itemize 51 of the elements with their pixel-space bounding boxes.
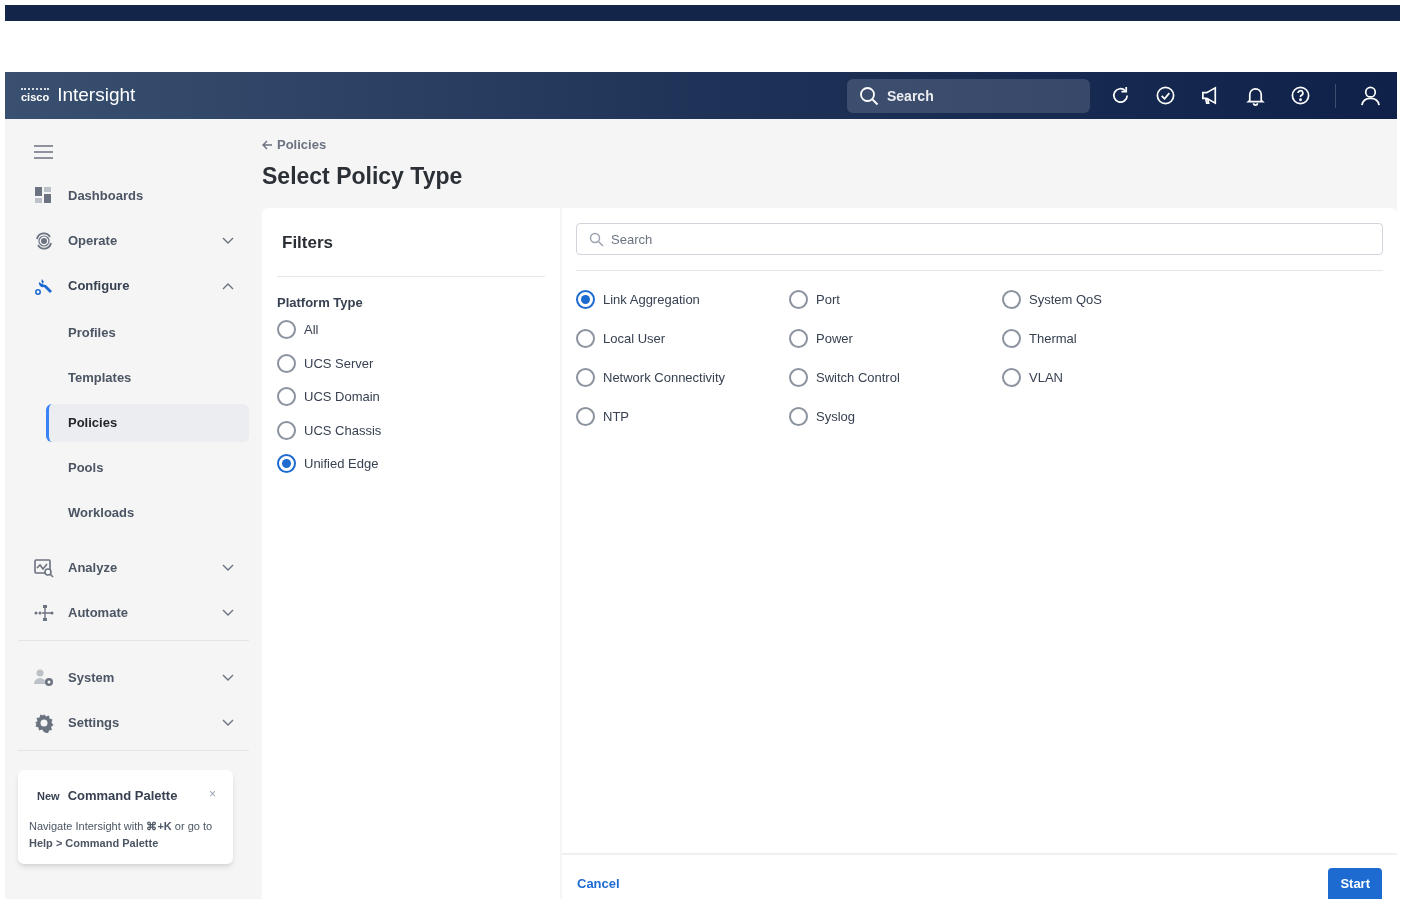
nav-item[interactable]: Automate <box>18 596 249 630</box>
refresh-icon[interactable] <box>1110 85 1131 106</box>
new-label: New <box>37 788 60 804</box>
menu-icon[interactable] <box>34 145 53 159</box>
nav-subitem[interactable]: Pools <box>18 449 249 487</box>
bell-icon[interactable] <box>1245 85 1266 106</box>
radio-option[interactable]: Syslog <box>789 405 856 428</box>
radio-option[interactable]: Switch Control <box>789 366 900 389</box>
back-link[interactable]: Policies <box>262 135 327 155</box>
radio-option[interactable]: Thermal <box>1002 327 1077 350</box>
back-arrow-icon <box>262 139 273 150</box>
nav-subitem[interactable]: Profiles <box>18 314 249 352</box>
user-icon[interactable] <box>1360 85 1381 106</box>
nav-item[interactable]: Dashboards <box>18 179 249 213</box>
radio-option[interactable]: UCS Server <box>277 353 374 373</box>
radio-option[interactable]: NTP <box>576 405 629 428</box>
radio-option[interactable]: UCS Domain <box>277 387 380 407</box>
radio-option[interactable]: Local User <box>576 327 666 350</box>
tip-title: Command Palette <box>67 787 178 805</box>
filter-group-label: Platform Type <box>277 293 364 312</box>
radio-option[interactable]: Unified Edge <box>277 454 379 474</box>
nav-item[interactable]: Configure <box>18 269 249 303</box>
filters-title: Filters <box>282 232 335 254</box>
search-icon <box>589 232 604 247</box>
radio-option[interactable]: All <box>277 320 319 340</box>
help-icon[interactable] <box>1290 85 1311 106</box>
radio-option[interactable]: Power <box>789 327 853 350</box>
search-field[interactable]: Search <box>576 223 1383 255</box>
cancel-button[interactable]: Cancel <box>577 873 620 893</box>
product-name: Intersight <box>57 83 136 108</box>
search-icon <box>859 85 879 106</box>
nav-subitem[interactable]: Templates <box>18 359 249 397</box>
check-circle-icon[interactable] <box>1155 85 1176 106</box>
page-title: Select Policy Type <box>262 161 464 191</box>
cisco-logo[interactable]: cisco <box>21 88 50 103</box>
radio-option[interactable]: Link Aggregation <box>576 288 700 311</box>
radio-option[interactable]: System QoS <box>1002 288 1102 311</box>
nav-item[interactable]: Settings <box>18 706 249 740</box>
nav-item[interactable]: Operate <box>18 224 249 258</box>
radio-option[interactable]: VLAN <box>1002 366 1063 389</box>
nav-item[interactable]: Analyze <box>18 551 249 585</box>
tip-text: Navigate Intersight with ⌘+K or go to Help > Command Palette <box>29 818 214 851</box>
nav-item[interactable]: System <box>18 661 249 695</box>
dashboards-icon <box>34 186 54 206</box>
nav-subitem[interactable]: Policies <box>46 404 249 442</box>
radio-option[interactable]: Network Connectivity <box>576 366 726 389</box>
radio-option[interactable]: UCS Chassis <box>277 420 382 440</box>
radio-option[interactable]: Port <box>789 288 840 311</box>
nav-subitem[interactable]: Workloads <box>18 494 249 532</box>
settings-icon <box>34 713 54 733</box>
start-button[interactable]: Start <box>1328 868 1382 899</box>
